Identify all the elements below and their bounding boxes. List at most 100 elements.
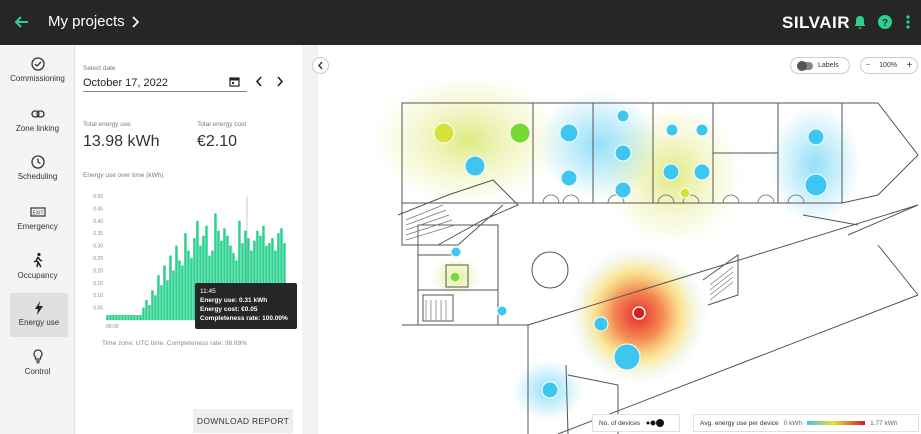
sidebar-item-label: Emergency (17, 222, 58, 231)
next-date-icon[interactable] (276, 76, 284, 87)
chart-bar[interactable] (169, 255, 172, 320)
device-marker[interactable] (693, 163, 711, 181)
chart-bar[interactable] (172, 270, 175, 320)
device-marker[interactable] (560, 169, 578, 187)
device-marker[interactable] (695, 123, 709, 137)
breadcrumb[interactable]: My projects (48, 13, 140, 30)
zoom-out-button[interactable]: − (866, 62, 870, 69)
walking-person-icon (33, 252, 42, 268)
link-icon (30, 110, 45, 118)
chart-bar[interactable] (160, 285, 163, 320)
chart-bar[interactable] (115, 315, 118, 320)
download-report-button[interactable]: DOWNLOAD REPORT (193, 409, 293, 433)
breadcrumb-label[interactable]: My projects (48, 13, 125, 30)
chart-bar[interactable] (175, 245, 178, 320)
chart-bar[interactable] (130, 315, 133, 320)
sidebar-item-label: Occupancy (17, 271, 58, 280)
device-marker[interactable] (804, 173, 828, 197)
calendar-icon[interactable] (229, 76, 240, 87)
sidebar-item-commissioning[interactable]: Commissioning (0, 55, 75, 101)
device-marker[interactable] (509, 122, 531, 144)
back-arrow-icon[interactable] (14, 14, 30, 30)
chart-bar[interactable] (166, 280, 169, 320)
total-cost-label: Total energy cost (197, 121, 247, 128)
chart-bar[interactable] (142, 307, 145, 320)
energy-legend-min: 0 kWh (783, 419, 803, 427)
panel-divider (302, 45, 318, 434)
chart-bar[interactable] (121, 315, 124, 320)
device-marker[interactable] (614, 144, 632, 162)
device-marker[interactable] (464, 155, 486, 177)
device-marker[interactable] (496, 305, 508, 317)
y-tick-label: 0.20 (93, 268, 103, 274)
help-icon[interactable]: ? (877, 14, 893, 30)
bell-icon[interactable] (852, 14, 868, 30)
chart-bar[interactable] (163, 265, 166, 320)
date-field[interactable]: October 17, 2022 (83, 77, 168, 89)
device-marker[interactable] (616, 109, 630, 123)
chart-bar[interactable] (112, 315, 115, 320)
chart-bar[interactable] (145, 300, 148, 320)
sidebar-item-label: Energy use (18, 318, 60, 327)
device-marker[interactable] (593, 316, 609, 332)
chart-bar[interactable] (133, 315, 136, 320)
device-marker[interactable] (613, 343, 641, 371)
device-marker[interactable] (541, 381, 559, 399)
chart-bar[interactable] (136, 315, 139, 320)
toggle-switch[interactable] (797, 60, 813, 71)
sidebar-item-control[interactable]: Control (0, 347, 75, 393)
device-marker[interactable] (614, 181, 632, 199)
device-marker[interactable] (679, 187, 691, 199)
zoom-in-button[interactable]: + (906, 60, 912, 71)
floor-plan-map[interactable] (318, 45, 921, 434)
heat-zone (770, 105, 860, 225)
tooltip-time: 11:45 (200, 288, 216, 295)
sidebar-item-occupancy[interactable]: Occupancy (0, 250, 75, 296)
chart-bar[interactable] (157, 275, 160, 320)
device-marker[interactable] (450, 246, 462, 258)
floor-plan-canvas[interactable] (318, 45, 921, 434)
zoom-level: 100% (879, 62, 898, 69)
tooltip-energy: Energy use: 0.31 kWh (200, 297, 268, 304)
chart-bar[interactable] (148, 305, 151, 320)
device-marker[interactable] (632, 306, 646, 320)
y-tick-label: 0.30 (93, 244, 103, 250)
device-marker[interactable] (559, 123, 579, 143)
y-tick-label: 0.35 (93, 231, 103, 237)
device-marker[interactable] (665, 123, 679, 137)
sidebar-item-emergency[interactable]: EXIT Emergency (0, 203, 75, 249)
zoom-control: − 100% + (860, 57, 918, 74)
sidebar-item-zone-linking[interactable]: Zone linking (0, 105, 75, 151)
chart-bar[interactable] (109, 315, 112, 320)
device-marker[interactable] (433, 122, 455, 144)
chart-bar[interactable] (178, 260, 181, 320)
chart-tooltip: 11:45 Energy use: 0.31 kWh Energy cost: … (195, 283, 297, 329)
svg-text:EXIT: EXIT (32, 211, 43, 217)
chart-bar[interactable] (184, 233, 187, 320)
chevron-right-icon (132, 15, 139, 28)
sidebar-item-energy-use[interactable]: Energy use (10, 293, 68, 337)
chart-bar[interactable] (181, 265, 184, 320)
total-energy-label: Total energy use (83, 121, 131, 128)
device-marker[interactable] (449, 271, 461, 283)
chart-bar[interactable] (151, 290, 154, 320)
labels-toggle[interactable]: Labels (790, 57, 850, 74)
chart-bar[interactable] (106, 315, 109, 320)
sidebar-item-scheduling[interactable]: Scheduling (0, 153, 75, 199)
device-marker[interactable] (662, 163, 680, 181)
chart-bar[interactable] (187, 250, 190, 320)
chart-bar[interactable] (127, 315, 130, 320)
collapse-panel-button[interactable] (312, 57, 329, 74)
more-vertical-icon[interactable] (900, 14, 916, 30)
brand-logo: SILVAIR (782, 13, 851, 32)
chart-bar[interactable] (118, 315, 121, 320)
labels-toggle-label: Labels (818, 62, 839, 69)
device-marker[interactable] (807, 128, 825, 146)
chart-bar[interactable] (190, 258, 193, 320)
chart-bar[interactable] (154, 295, 157, 320)
chart-bar[interactable] (124, 315, 127, 320)
svg-text:?: ? (882, 18, 888, 29)
sidebar-item-label: Zone linking (15, 124, 60, 133)
chart-bar[interactable] (139, 315, 142, 320)
previous-date-icon[interactable] (255, 76, 263, 87)
